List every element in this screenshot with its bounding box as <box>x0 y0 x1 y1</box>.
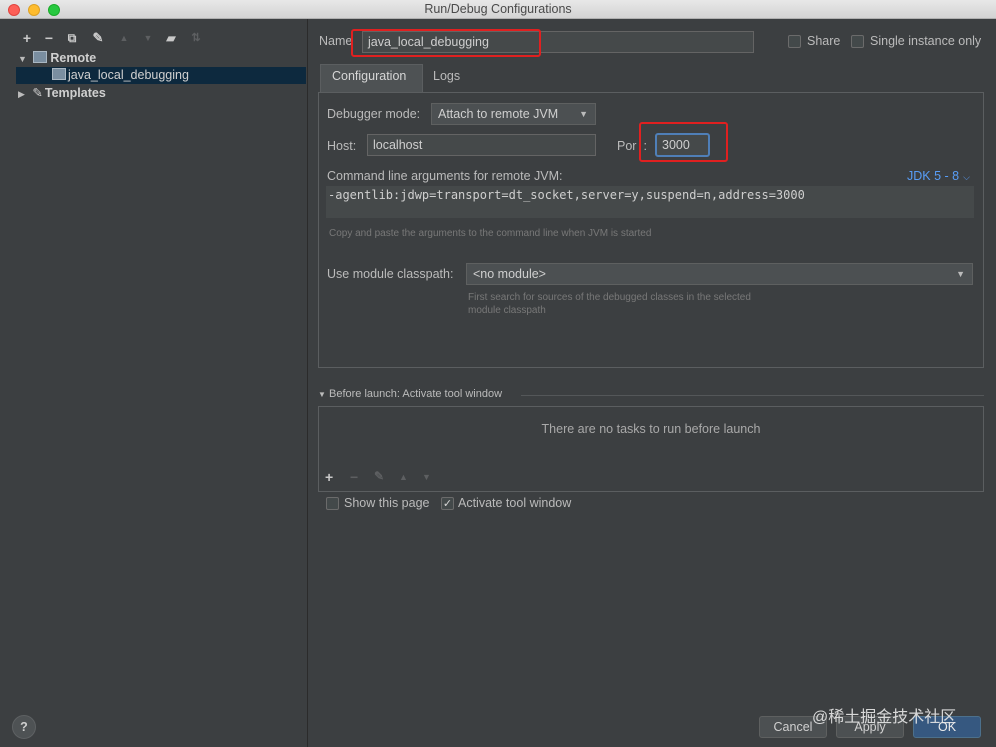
remote-config-icon <box>52 68 66 80</box>
show-page-label: Show this page <box>344 496 430 510</box>
remove-icon[interactable]: − <box>41 30 57 46</box>
cmd-args-label: Command line arguments for remote JVM: <box>327 169 563 183</box>
divider <box>521 395 984 396</box>
move-up-icon[interactable]: ▲ <box>116 30 132 46</box>
module-classpath-select[interactable]: <no module> ▼ <box>466 263 973 285</box>
tree-item-java-local-debugging[interactable]: java_local_debugging <box>16 67 306 84</box>
share-label: Share <box>807 34 841 48</box>
wrench-icon[interactable]: ✎ <box>90 30 106 46</box>
module-hint-line2: module classpath <box>468 305 546 316</box>
before-launch-header[interactable]: ▼ Before launch: Activate tool window <box>318 388 502 400</box>
module-hint-line1: First search for sources of the debugged… <box>468 292 751 303</box>
tab-logs[interactable]: Logs <box>433 69 460 83</box>
highlight-box-name <box>351 29 541 57</box>
activate-tool-window-label: Activate tool window <box>458 496 572 510</box>
add-icon[interactable]: + <box>19 30 35 46</box>
config-tree-pane <box>0 19 308 747</box>
move-up-icon[interactable]: ▲ <box>399 472 408 482</box>
debugger-mode-select[interactable]: Attach to remote JVM ▼ <box>431 103 596 125</box>
add-task-icon[interactable]: + <box>325 469 333 485</box>
module-classpath-label: Use module classpath: <box>327 267 454 281</box>
cmd-args-text[interactable]: -agentlib:jdwp=transport=dt_socket,serve… <box>326 186 974 202</box>
move-down-icon[interactable]: ▼ <box>422 472 431 482</box>
tree-item-remote[interactable]: ▼ Remote <box>18 50 308 67</box>
debugger-mode-label: Debugger mode: <box>327 107 421 121</box>
wrench-icon: ✎ <box>32 86 43 100</box>
collapse-arrow-icon[interactable]: ▶ <box>18 89 25 99</box>
help-button[interactable]: ? <box>12 715 36 739</box>
new-folder-icon[interactable]: ▰ <box>163 30 179 46</box>
remote-config-icon <box>33 51 48 63</box>
watermark: @稀土掘金技术社区 <box>812 709 957 726</box>
cmd-args-hint: Copy and paste the arguments to the comm… <box>329 228 652 239</box>
title-bar: Run/Debug Configurations <box>0 0 996 19</box>
sort-icon[interactable]: ⇅ <box>188 30 204 46</box>
host-label: Host: <box>327 139 357 153</box>
window-title: Run/Debug Configurations <box>424 2 572 16</box>
move-down-icon[interactable]: ▼ <box>140 30 156 46</box>
jdk-version-link[interactable]: JDK 5 - 8 ⌵ <box>907 169 970 183</box>
single-instance-label: Single instance only <box>870 34 982 48</box>
expand-arrow-icon[interactable]: ▼ <box>18 54 27 64</box>
tab-configuration[interactable]: Configuration <box>332 69 406 83</box>
show-page-checkbox[interactable] <box>326 497 339 510</box>
activate-tool-window-checkbox[interactable]: ✓ <box>441 497 454 510</box>
port-label: Por: <box>617 139 647 153</box>
host-input[interactable]: localhost <box>367 134 596 156</box>
single-instance-checkbox[interactable] <box>851 35 864 48</box>
before-launch-task-list[interactable] <box>318 406 984 492</box>
tree-item-templates[interactable]: ▶ ✎ Templates <box>18 85 308 102</box>
chevron-down-icon: ⌵ <box>963 172 970 182</box>
no-tasks-text: There are no tasks to run before launch <box>541 422 761 436</box>
remove-task-icon[interactable]: − <box>350 469 358 485</box>
copy-icon[interactable]: ⧉ <box>64 30 80 46</box>
collapse-arrow-icon[interactable]: ▼ <box>318 390 326 399</box>
chevron-down-icon: ▼ <box>956 269 965 279</box>
highlight-box-port <box>639 122 728 162</box>
cmd-args-field[interactable]: -agentlib:jdwp=transport=dt_socket,serve… <box>326 186 974 218</box>
name-label: Name <box>319 34 353 48</box>
chevron-down-icon: ▼ <box>579 109 588 119</box>
edit-task-icon[interactable]: ✎ <box>374 469 384 483</box>
share-checkbox[interactable] <box>788 35 801 48</box>
